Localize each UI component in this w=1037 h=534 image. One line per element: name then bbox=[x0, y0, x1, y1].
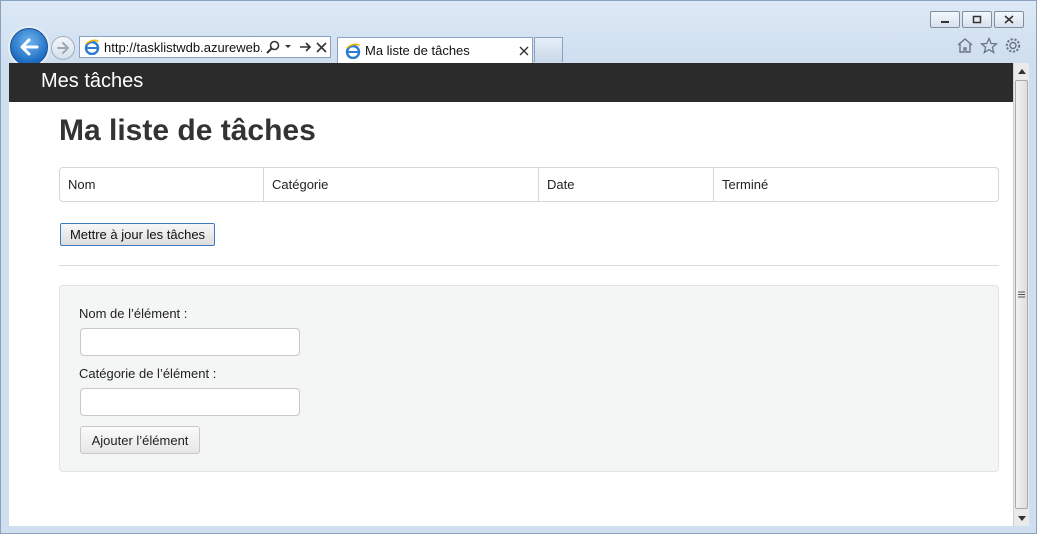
vertical-scrollbar[interactable] bbox=[1013, 63, 1029, 526]
column-header-date: Date bbox=[538, 168, 713, 201]
maximize-icon[interactable] bbox=[962, 11, 992, 28]
navbar-brand[interactable]: Mes tâches bbox=[41, 70, 143, 93]
window-bottom-frame bbox=[1, 526, 1036, 533]
tab-active[interactable]: Ma liste de tâches bbox=[337, 37, 533, 63]
divider bbox=[59, 265, 999, 266]
item-category-input[interactable] bbox=[80, 388, 300, 416]
address-url[interactable]: http://tasklistwdb.azureweb... bbox=[104, 40, 262, 55]
stop-icon[interactable] bbox=[316, 41, 327, 53]
tools-gear-icon[interactable] bbox=[1004, 37, 1022, 57]
close-window-icon[interactable] bbox=[994, 11, 1024, 28]
home-icon[interactable] bbox=[956, 37, 974, 57]
ie-icon bbox=[84, 39, 100, 55]
window-controls bbox=[930, 11, 1024, 28]
column-header-categorie: Catégorie bbox=[263, 168, 538, 201]
new-tab-button[interactable] bbox=[534, 37, 563, 62]
item-name-label: Nom de l’élément : bbox=[79, 306, 188, 321]
add-item-button[interactable]: Ajouter l’élément bbox=[80, 426, 200, 454]
column-header-termine: Terminé bbox=[713, 168, 998, 201]
add-item-form: Nom de l’élément : Catégorie de l’élémen… bbox=[59, 285, 999, 472]
grip-icon bbox=[1018, 291, 1025, 298]
go-icon[interactable] bbox=[299, 41, 312, 53]
page-title: Ma liste de tâches bbox=[59, 114, 316, 147]
scroll-down-icon[interactable] bbox=[1014, 510, 1030, 526]
update-tasks-button[interactable]: Mettre à jour les tâches bbox=[60, 223, 215, 246]
forward-icon[interactable] bbox=[51, 36, 75, 60]
tasks-table: Nom Catégorie Date Terminé bbox=[59, 167, 999, 202]
item-name-input[interactable] bbox=[80, 328, 300, 356]
top-navbar bbox=[9, 63, 1013, 102]
scroll-up-icon[interactable] bbox=[1014, 63, 1030, 79]
tab-title: Ma liste de tâches bbox=[365, 43, 470, 58]
dropdown-icon[interactable] bbox=[284, 44, 292, 50]
close-tab-icon[interactable] bbox=[519, 43, 529, 59]
back-icon[interactable] bbox=[10, 28, 48, 66]
ie-icon bbox=[345, 42, 361, 59]
column-header-nom: Nom bbox=[68, 177, 96, 192]
table-header-row: Nom Catégorie Date Terminé bbox=[60, 168, 998, 201]
favorites-icon[interactable] bbox=[979, 36, 999, 57]
search-icon[interactable] bbox=[266, 40, 280, 54]
address-bar[interactable]: http://tasklistwdb.azureweb... bbox=[79, 36, 331, 58]
item-category-label: Catégorie de l’élément : bbox=[79, 366, 217, 381]
browser-window: http://tasklistwdb.azureweb... Ma liste … bbox=[0, 0, 1037, 534]
minimize-icon[interactable] bbox=[930, 11, 960, 28]
page-viewport: Mes tâches Ma liste de tâches Nom Catégo… bbox=[9, 63, 1013, 526]
scrollbar-thumb[interactable] bbox=[1015, 80, 1028, 509]
browser-toolbar bbox=[956, 36, 1022, 57]
